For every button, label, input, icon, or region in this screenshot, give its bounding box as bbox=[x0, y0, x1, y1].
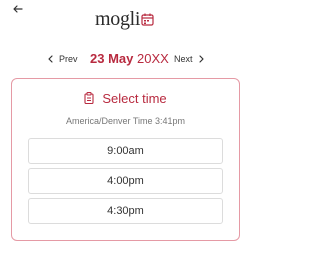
select-time-panel: Select time America/Denver Time 3:41pm 9… bbox=[11, 78, 240, 241]
arrow-left-icon bbox=[13, 5, 23, 13]
time-slot-button[interactable]: 4:00pm bbox=[28, 168, 223, 194]
date-day-month: 23 May bbox=[90, 51, 134, 66]
prev-label: Prev bbox=[59, 54, 78, 64]
time-slot-list: 9:00am 4:00pm 4:30pm bbox=[28, 138, 223, 228]
chevron-left-icon bbox=[48, 55, 53, 63]
next-label: Next bbox=[174, 54, 193, 64]
current-date: 23 May 20XX bbox=[90, 50, 169, 68]
panel-header: Select time bbox=[12, 88, 239, 108]
logo: mogli bbox=[95, 7, 154, 29]
time-slot-button[interactable]: 4:30pm bbox=[28, 198, 223, 224]
date-year: 20XX bbox=[137, 51, 169, 66]
logo-text: mogli bbox=[95, 8, 141, 30]
chevron-right-icon bbox=[198, 55, 204, 63]
date-navigation: Prev 23 May 20XX Next bbox=[0, 49, 250, 69]
back-button[interactable] bbox=[10, 2, 26, 16]
clipboard-icon bbox=[84, 92, 94, 104]
time-slot-button[interactable]: 9:00am bbox=[28, 138, 223, 164]
calendar-icon bbox=[141, 13, 154, 26]
panel-title: Select time bbox=[102, 90, 167, 106]
timezone-label: America/Denver Time 3:41pm bbox=[65, 116, 186, 126]
prev-button[interactable]: Prev bbox=[48, 49, 78, 69]
next-button[interactable]: Next bbox=[174, 49, 204, 69]
